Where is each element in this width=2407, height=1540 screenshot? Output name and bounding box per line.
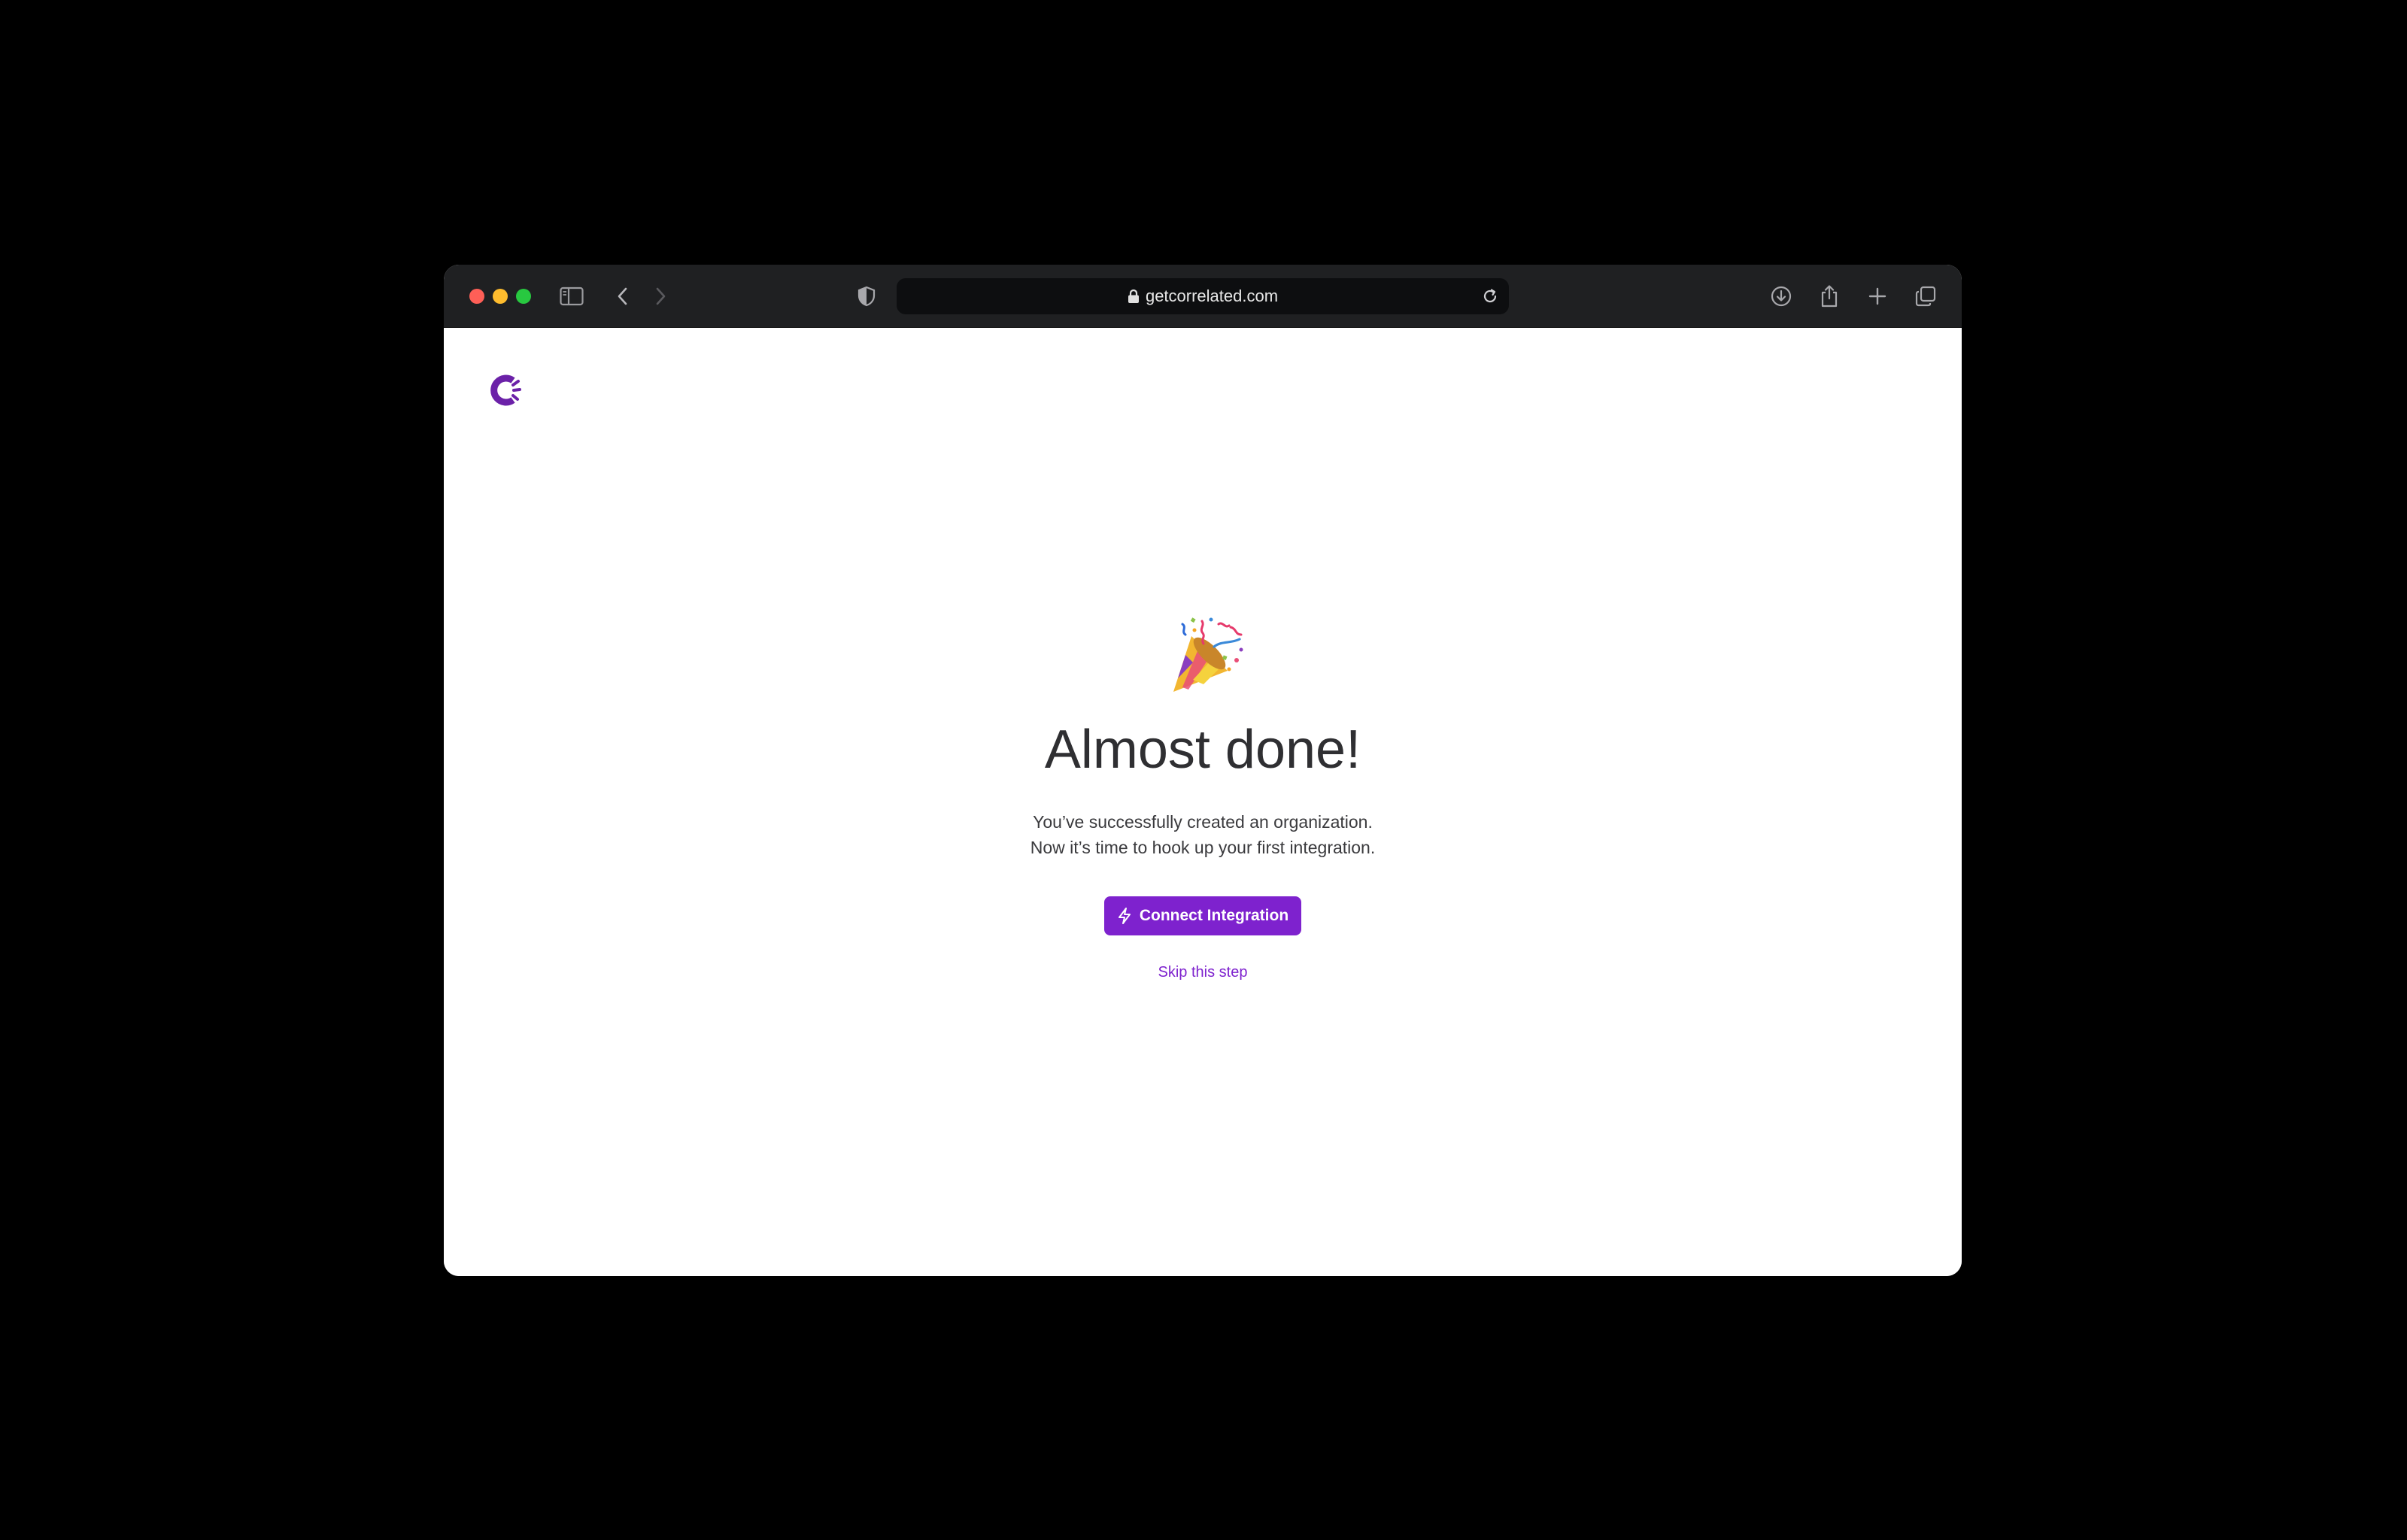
correlated-logo-icon[interactable] (490, 374, 522, 406)
page-title: Almost done! (1044, 720, 1361, 780)
tabs-overview-icon[interactable] (1911, 281, 1941, 311)
address-bar[interactable]: getcorrelated.com (897, 278, 1509, 314)
connect-integration-label: Connect Integration (1139, 907, 1289, 924)
download-icon[interactable] (1766, 281, 1796, 311)
forward-icon[interactable] (645, 281, 675, 311)
skip-step-link[interactable]: Skip this step (444, 964, 1962, 981)
maximize-window-button[interactable] (516, 289, 531, 304)
connect-integration-button[interactable]: Connect Integration (1104, 896, 1301, 935)
share-icon[interactable] (1814, 281, 1844, 311)
lightning-bolt-icon (1117, 908, 1132, 924)
minimize-window-button[interactable] (493, 289, 508, 304)
subtitle-line-2: Now it’s time to hook up your first inte… (1030, 838, 1376, 857)
new-tab-icon[interactable] (1862, 281, 1893, 311)
page-subtitle: You’ve successfully created an organizat… (444, 809, 1962, 860)
url-text: getcorrelated.com (1145, 286, 1279, 305)
party-popper-icon (1166, 614, 1249, 696)
browser-toolbar: getcorrelated.com (444, 265, 1962, 328)
back-icon[interactable] (608, 281, 638, 311)
subtitle-line-1: You’ve successfully created an organizat… (1033, 812, 1373, 832)
shield-icon[interactable] (851, 281, 882, 311)
sidebar-icon[interactable] (557, 281, 587, 311)
page-content: Almost done! You’ve successfully created… (444, 328, 1962, 1276)
reload-icon[interactable] (1479, 285, 1501, 308)
close-window-button[interactable] (469, 289, 484, 304)
browser-window: getcorrelated.com Almost done! You’ve su… (444, 265, 1962, 1276)
lock-icon (1128, 289, 1140, 304)
